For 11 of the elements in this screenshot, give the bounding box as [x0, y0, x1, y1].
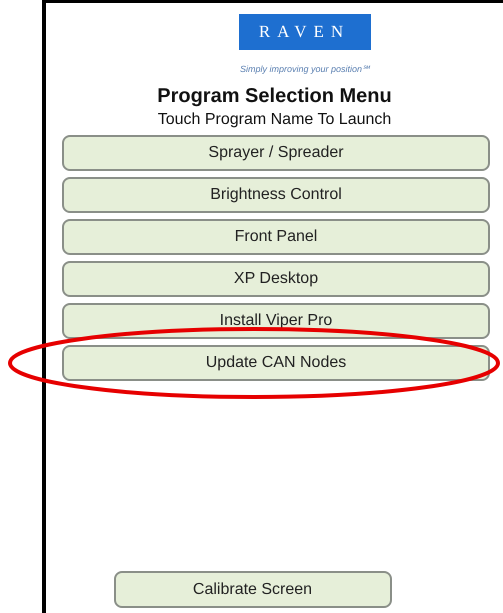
program-button[interactable]: Front Panel: [62, 218, 490, 254]
logo: RAVEN: [238, 14, 370, 50]
program-button[interactable]: Update CAN Nodes: [62, 344, 490, 380]
program-button[interactable]: XP Desktop: [62, 260, 490, 296]
program-button[interactable]: Install Viper Pro: [62, 302, 490, 338]
menu-title: Program Selection Menu: [157, 84, 392, 108]
tagline: Simply improving your position℠: [240, 63, 370, 76]
program-button[interactable]: Sprayer / Spreader: [62, 134, 490, 170]
menu-subtitle: Touch Program Name To Launch: [158, 110, 392, 130]
calibrate-screen-button[interactable]: Calibrate Screen: [114, 571, 392, 608]
program-button[interactable]: Brightness Control: [62, 176, 490, 212]
